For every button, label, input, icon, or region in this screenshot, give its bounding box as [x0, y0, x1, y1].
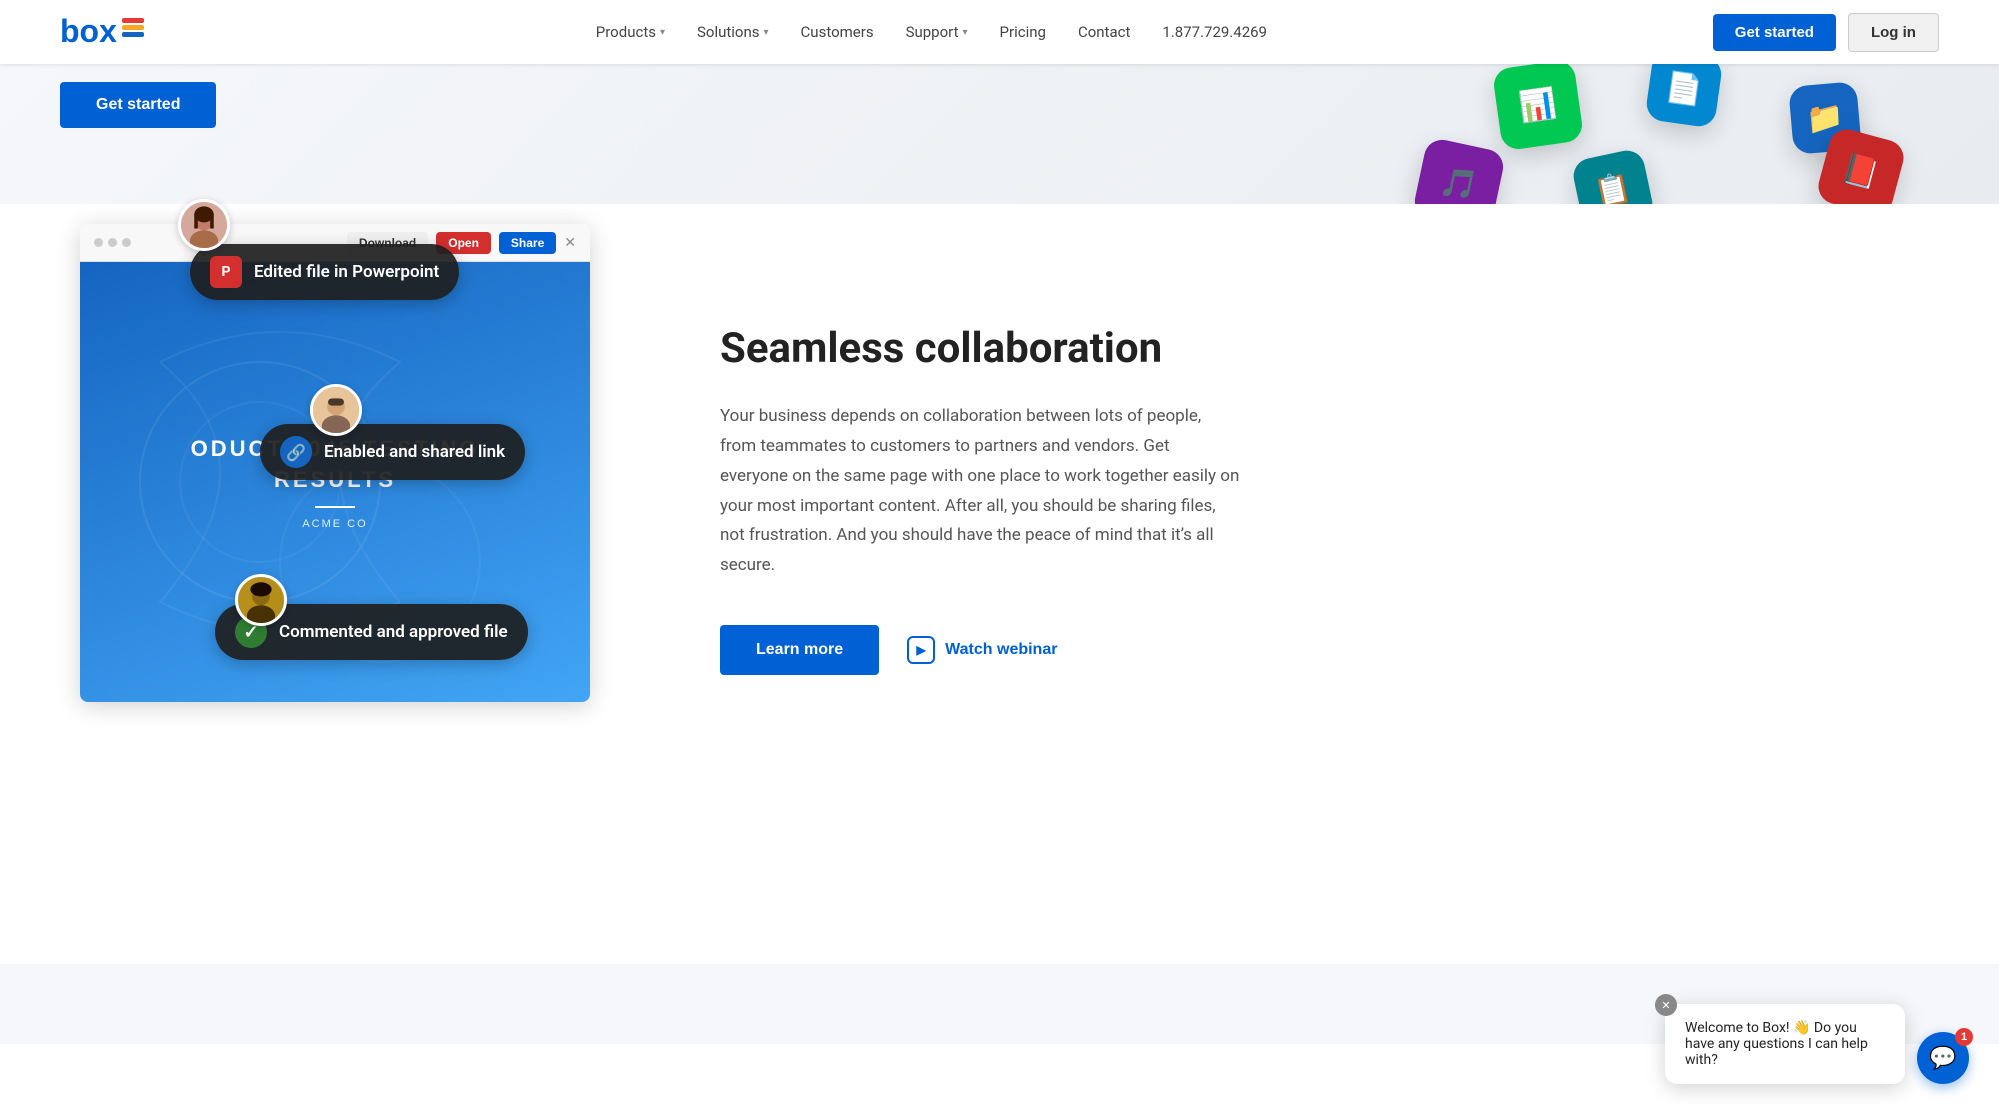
avatar-image-1: [181, 202, 227, 248]
nav-actions: Get started Log in: [1713, 13, 1939, 52]
share-button[interactable]: Share: [499, 232, 556, 254]
badge-approved-text: Commented and approved file: [279, 622, 508, 642]
watch-webinar-label: Watch webinar: [945, 641, 1057, 659]
nav-solutions[interactable]: Solutions▾: [697, 23, 769, 41]
hero-cta-button[interactable]: Get started: [60, 82, 216, 128]
dot-1: [94, 238, 103, 247]
toolbar-dots: [94, 238, 131, 247]
cta-row: Learn more ▶ Watch webinar: [720, 625, 1240, 675]
avatar-user-2: [310, 384, 362, 436]
close-button[interactable]: ✕: [564, 234, 576, 251]
section-title: Seamless collaboration: [720, 324, 1240, 374]
avatar-user-1: [178, 199, 230, 251]
chat-widget: ✕ Welcome to Box! 👋 Do you have any ques…: [1665, 1004, 1969, 1084]
chat-open-button[interactable]: 💬 1: [1917, 1032, 1969, 1084]
link-icon: 🔗: [280, 436, 312, 468]
nav-products[interactable]: Products▾: [596, 23, 665, 41]
avatar-face-2: [313, 384, 359, 436]
right-panel: Seamless collaboration Your business dep…: [620, 204, 1320, 755]
phone-number: 1.877.729.4269: [1162, 23, 1267, 41]
floating-icons: 📊 📄 📁 🎵 📋 📕: [1299, 64, 1999, 204]
powerpoint-icon: P: [210, 256, 242, 288]
avatar-face-1: [181, 199, 227, 251]
navigation: box Products▾ Solutions▾ Customers Suppo…: [0, 0, 1999, 64]
slide-divider: [315, 506, 355, 508]
nav-customers[interactable]: Customers: [801, 23, 874, 41]
play-icon: ▶: [907, 636, 935, 664]
floating-icon-music: 🎵: [1412, 137, 1507, 204]
chevron-down-icon: ▾: [660, 27, 665, 38]
avatar-image-2: [313, 387, 359, 433]
logo[interactable]: box: [60, 14, 150, 50]
activity-badge-powerpoint: P Edited file in Powerpoint: [190, 244, 459, 300]
main-content: P Edited file in Powerpoint Download Ope…: [0, 204, 1999, 964]
login-button[interactable]: Log in: [1848, 13, 1939, 52]
nav-support[interactable]: Support▾: [906, 23, 968, 41]
floating-icon-teal: 📋: [1570, 147, 1655, 204]
section-description: Your business depends on collaboration b…: [720, 402, 1240, 581]
chevron-down-icon: ▾: [963, 27, 968, 38]
floating-icon-chart: 📊: [1492, 64, 1585, 151]
chevron-down-icon: ▾: [764, 27, 769, 38]
chat-bubble: ✕ Welcome to Box! 👋 Do you have any ques…: [1665, 1004, 1905, 1084]
watch-webinar-button[interactable]: ▶ Watch webinar: [907, 636, 1057, 664]
chat-message: Welcome to Box! 👋 Do you have any questi…: [1685, 1020, 1868, 1068]
hero-area: Get started 📊 📄 📁 🎵 📋 📕: [0, 64, 1999, 204]
avatar-user-3: [235, 574, 287, 626]
nav-links: Products▾ Solutions▾ Customers Support▾ …: [596, 23, 1267, 41]
chat-close-button[interactable]: ✕: [1655, 994, 1677, 1016]
activity-badge-link: 🔗 Enabled and shared link: [260, 424, 525, 480]
floating-icon-doc: 📄: [1644, 64, 1723, 129]
learn-more-button[interactable]: Learn more: [720, 625, 879, 675]
avatar-face-3: [238, 574, 284, 626]
nav-pricing[interactable]: Pricing: [1000, 23, 1046, 41]
nav-contact[interactable]: Contact: [1078, 23, 1130, 41]
get-started-button[interactable]: Get started: [1713, 14, 1836, 51]
badge-link-text: Enabled and shared link: [324, 442, 505, 462]
logo-svg: box: [60, 14, 150, 50]
avatar-image-3: [238, 577, 284, 623]
badge-powerpoint-text: Edited file in Powerpoint: [254, 262, 439, 282]
dot-3: [122, 238, 131, 247]
chat-icon: 💬: [1929, 1045, 1956, 1071]
svg-text:box: box: [60, 14, 117, 49]
slide-sub: ACME CO: [191, 518, 480, 530]
dot-2: [108, 238, 117, 247]
chat-notification-badge: 1: [1955, 1028, 1973, 1046]
left-panel: P Edited file in Powerpoint Download Ope…: [60, 184, 620, 762]
